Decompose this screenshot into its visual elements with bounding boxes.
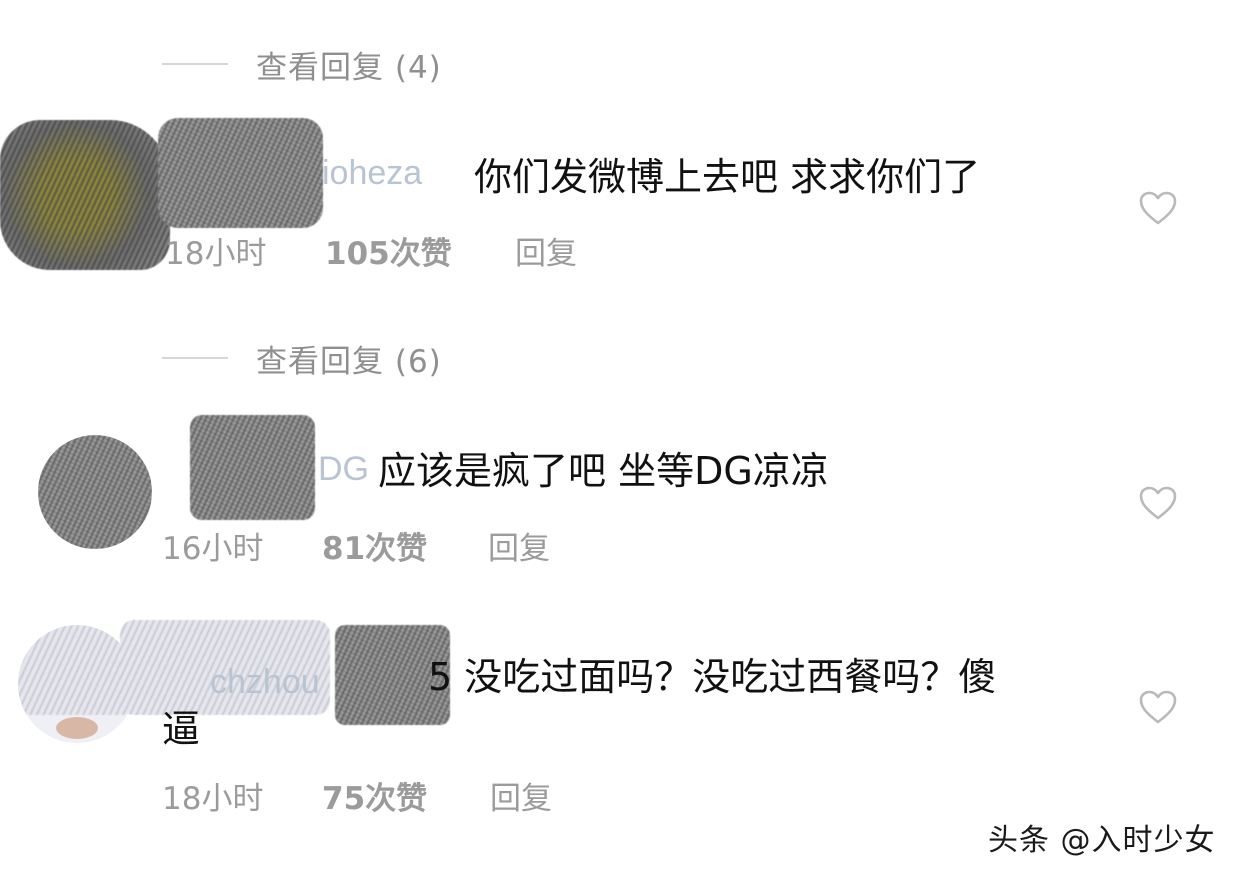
heart-outline-icon[interactable] [1138, 689, 1178, 725]
username-fragment[interactable]: chzhou [210, 663, 320, 702]
comment-meta: 16小时 81次赞 回复 [162, 523, 550, 568]
comment-meta: 18小时 75次赞 回复 [162, 773, 552, 818]
avatar[interactable] [18, 625, 136, 743]
reply-button[interactable]: 回复 [490, 773, 552, 818]
source-watermark: 头条 @入时少女 [988, 823, 1216, 858]
comment-time: 16小时 [162, 531, 264, 567]
divider-line [162, 63, 228, 65]
heart-outline-icon[interactable] [1138, 485, 1178, 521]
comment-text: 你们发微博上去吧 求求你们了 [474, 155, 981, 199]
view-replies-2[interactable]: 查看回复 (6) [162, 338, 442, 380]
heart-outline-icon[interactable] [1138, 190, 1178, 226]
divider-line [162, 357, 228, 359]
avatar-redaction [38, 435, 152, 549]
comment-time: 18小时 [162, 781, 264, 817]
username-fragment[interactable]: ioheza [322, 154, 422, 193]
comment-meta: 18小时 105次赞 回复 [165, 228, 577, 273]
avatar-redacted[interactable] [0, 120, 170, 270]
view-replies-1[interactable]: 查看回复 (4) [162, 44, 442, 86]
comment-text-line1: 5 没吃过面吗？没吃过西餐吗？傻 [428, 655, 997, 699]
like-count: 81次赞 [322, 531, 428, 567]
view-replies-label: 查看回复 (6) [256, 343, 442, 380]
avatar-detail [56, 717, 98, 739]
comment-text-line2: 逼 [162, 707, 201, 751]
reply-button[interactable]: 回复 [515, 228, 577, 273]
comment-time: 18小时 [165, 236, 267, 272]
avatar[interactable] [38, 435, 152, 549]
username-fragment[interactable]: DG [318, 450, 369, 489]
avatar-redaction [18, 625, 136, 715]
username-redacted[interactable] [158, 118, 323, 228]
view-replies-label: 查看回复 (4) [256, 49, 442, 86]
comment-text: 应该是疯了吧 坐等DG凉凉 [378, 449, 829, 493]
like-count: 75次赞 [322, 781, 428, 817]
username-redacted[interactable] [190, 415, 315, 520]
like-count: 105次赞 [325, 236, 452, 272]
reply-button[interactable]: 回复 [488, 523, 550, 568]
